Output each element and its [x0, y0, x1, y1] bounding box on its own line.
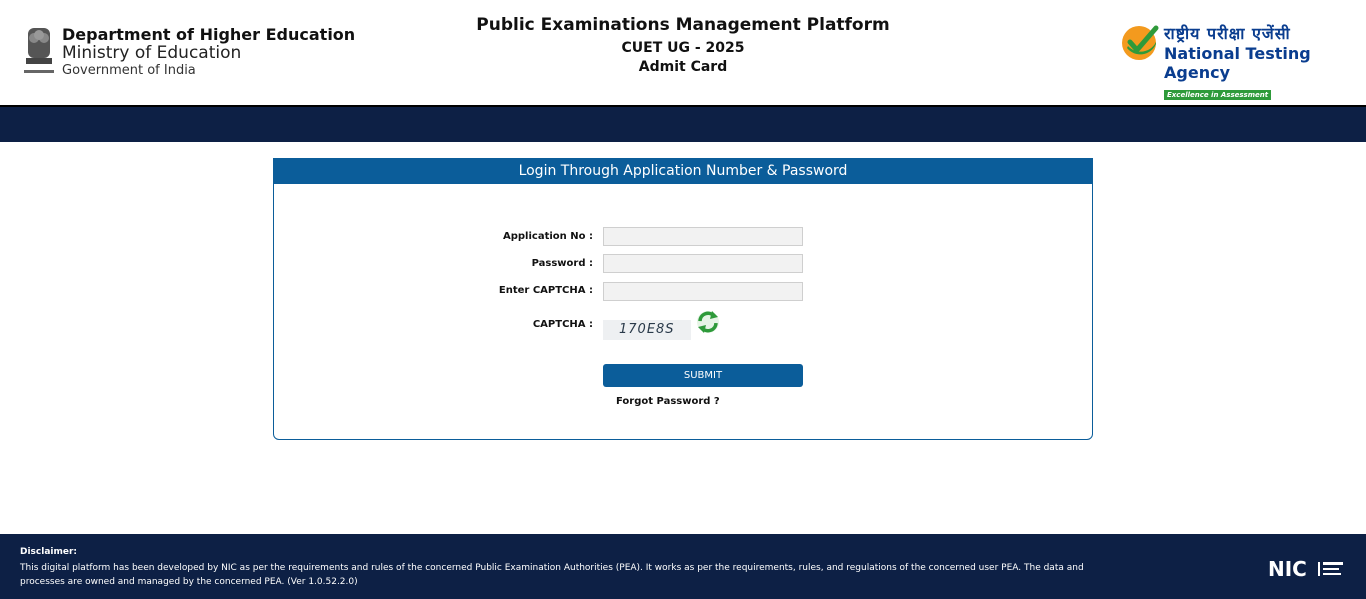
- site-header: Department of Higher Education Ministry …: [0, 0, 1366, 105]
- nta-tagline: Excellence in Assessment: [1164, 90, 1272, 100]
- enter-captcha-label: Enter CAPTCHA :: [498, 285, 593, 296]
- nic-logo: NIC: [1268, 558, 1343, 580]
- login-panel: Login Through Application Number & Passw…: [273, 158, 1093, 440]
- dept-name: Department of Higher Education: [62, 25, 356, 44]
- nta-brand: राष्ट्रीय परीक्षा एजेंसी National Testin…: [1164, 22, 1366, 101]
- password-input[interactable]: [603, 254, 803, 273]
- nta-check-logo-icon: [1122, 25, 1159, 60]
- nic-logo-text: NIC: [1268, 558, 1307, 580]
- application-no-input[interactable]: [603, 227, 803, 246]
- password-label: Password :: [531, 258, 593, 269]
- nta-hindi-name: राष्ट्रीय परीक्षा एजेंसी: [1164, 24, 1291, 43]
- exam-title: CUET UG - 2025: [621, 40, 745, 56]
- forgot-password-link[interactable]: Forgot Password ?: [616, 396, 720, 407]
- government-name: Government of India: [62, 62, 196, 78]
- page-subtitle: Admit Card: [638, 59, 728, 75]
- application-no-label: Application No :: [503, 231, 593, 242]
- captcha-image: 170E8S: [603, 320, 691, 340]
- refresh-captcha-icon[interactable]: [695, 309, 721, 335]
- login-panel-title: Login Through Application Number & Passw…: [274, 159, 1092, 184]
- ministry-name: Ministry of Education: [62, 43, 242, 64]
- submit-button[interactable]: SUBMIT: [603, 364, 803, 387]
- platform-title: Public Examinations Management Platform: [476, 15, 890, 35]
- site-footer: Disclaimer: This digital platform has be…: [0, 534, 1366, 599]
- page-title-block: Public Examinations Management Platform …: [383, 15, 983, 75]
- disclaimer-title: Disclaimer:: [20, 547, 78, 557]
- navigation-band: [0, 105, 1366, 142]
- captcha-input[interactable]: [603, 282, 803, 301]
- nta-english-name: National Testing Agency: [1164, 44, 1311, 82]
- national-emblem-icon: [24, 28, 54, 73]
- disclaimer-text: This digital platform has been developed…: [20, 563, 1084, 587]
- captcha-label: CAPTCHA :: [532, 319, 593, 330]
- department-block: Department of Higher Education Ministry …: [62, 25, 356, 79]
